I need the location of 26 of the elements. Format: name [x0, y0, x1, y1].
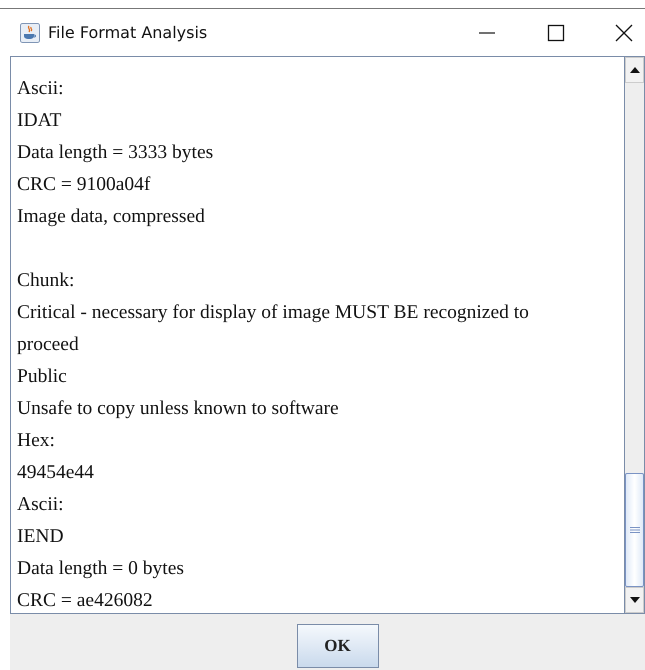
- report-line: Public: [17, 365, 68, 389]
- report-line: IDAT: [17, 109, 62, 133]
- report-line: 49454e44: [17, 461, 95, 485]
- scroll-down-button[interactable]: [625, 587, 644, 613]
- report-line: Chunk:: [17, 269, 76, 293]
- report-line: IEND: [17, 525, 65, 549]
- grip-icon: [630, 527, 640, 533]
- window-title: File Format Analysis: [48, 23, 208, 42]
- close-icon[interactable]: [615, 24, 633, 42]
- up-triangle-icon: [630, 67, 640, 73]
- report-line: Unsafe to copy unless known to software: [17, 397, 340, 421]
- down-triangle-icon: [630, 597, 640, 603]
- report-line: Ascii:: [17, 493, 65, 517]
- report-line: Ascii:: [17, 77, 65, 101]
- report-line: CRC = 9100a04f: [17, 173, 152, 197]
- report-line: Image data, compressed: [17, 205, 206, 229]
- report-line: Data length = 3333 bytes: [17, 141, 214, 165]
- report-line: Critical - necessary for display of image MUST BE recognized to proceed: [17, 301, 530, 357]
- report-line: CRC = ae426082: [17, 589, 154, 613]
- scrollbar-thumb[interactable]: [625, 473, 644, 587]
- report-line: Hex:: [17, 429, 56, 453]
- scroll-up-button[interactable]: [625, 57, 644, 83]
- java-cup-icon: [20, 22, 40, 42]
- ok-button[interactable]: OK: [296, 624, 378, 668]
- report-line: Data length = 0 bytes: [17, 557, 185, 581]
- maximize-icon[interactable]: [547, 24, 565, 42]
